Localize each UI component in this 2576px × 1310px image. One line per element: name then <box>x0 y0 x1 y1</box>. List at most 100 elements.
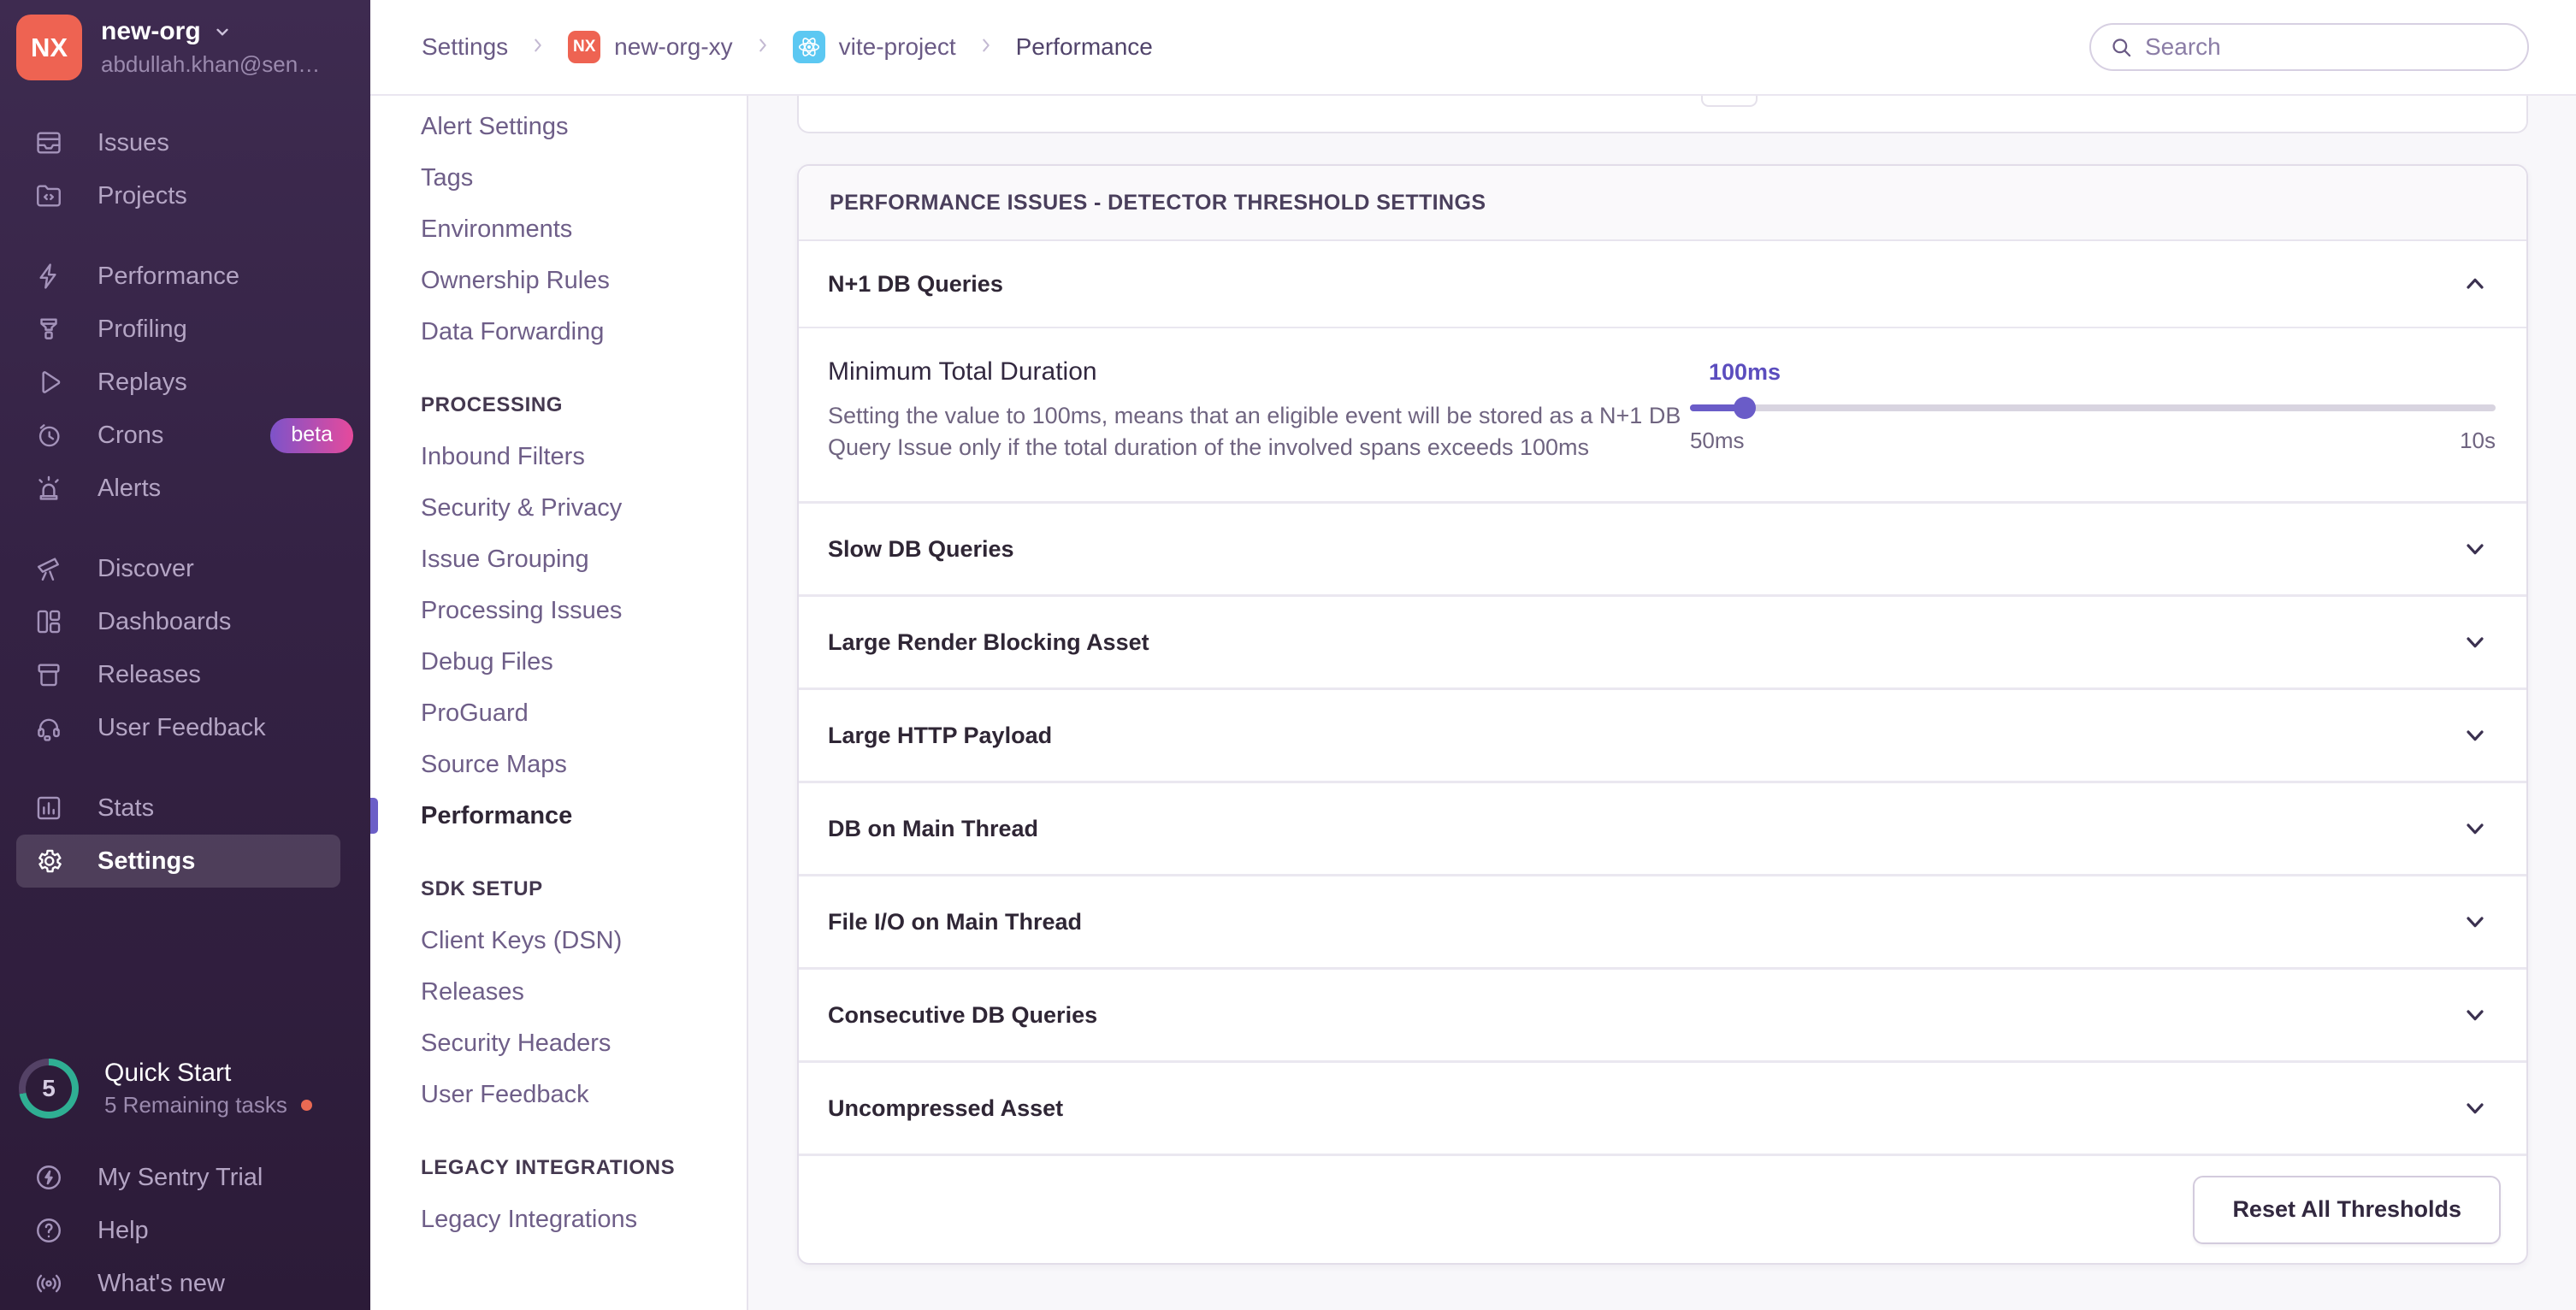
breadcrumb-project[interactable]: vite-project <box>793 31 956 63</box>
sentry-settings-app: NX new-org abdullah.khan@sen… Issues Pro… <box>0 0 2576 1310</box>
nav-item-legacy-integrations[interactable]: Legacy Integrations <box>370 1194 747 1245</box>
sidebar-item-label: Alerts <box>97 475 161 503</box>
chevron-down-icon <box>2461 815 2489 842</box>
search-input[interactable] <box>2145 33 2508 61</box>
panel-title: PERFORMANCE ISSUES - DETECTOR THRESHOLD … <box>799 166 2526 241</box>
org-badge: NX <box>568 31 600 63</box>
collapse-handle[interactable] <box>1701 96 1758 107</box>
breadcrumb-organization[interactable]: NX new-org-xy <box>568 31 732 63</box>
accordion-row-uncompressed-asset[interactable]: Uncompressed Asset <box>799 1060 2526 1154</box>
row-label: Slow DB Queries <box>828 536 1014 563</box>
flashlight-icon <box>34 315 63 344</box>
beta-badge: beta <box>270 418 353 453</box>
sidebar-item-label: Discover <box>97 555 194 583</box>
sidebar-item-alerts[interactable]: Alerts <box>0 462 370 515</box>
nav-item-alert-settings[interactable]: Alert Settings <box>370 101 747 152</box>
duration-slider: 100ms 50ms 10s <box>1690 357 2496 463</box>
chevron-down-icon <box>2461 908 2489 935</box>
detector-threshold-card: PERFORMANCE ISSUES - DETECTOR THRESHOLD … <box>797 164 2528 1265</box>
sidebar-item-label: What's new <box>97 1270 225 1298</box>
sidebar-item-performance[interactable]: Performance <box>0 250 370 303</box>
breadcrumb-current-page: Performance <box>1016 33 1153 61</box>
nav-group-gap <box>0 515 370 542</box>
slider-track[interactable] <box>1690 395 2496 421</box>
settings-nav: Alert Settings Tags Environments Ownersh… <box>370 96 748 1310</box>
sidebar-item-label: Replays <box>97 369 187 397</box>
sidebar-item-label: Help <box>97 1217 149 1245</box>
card-footer: Reset All Thresholds <box>799 1154 2526 1263</box>
lightning-circle-icon <box>34 1163 63 1192</box>
sidebar-item-whats-new[interactable]: What's new <box>0 1257 370 1310</box>
sidebar-item-label: Stats <box>97 794 154 823</box>
chevron-down-icon <box>2461 722 2489 749</box>
org-name: new-org <box>101 17 201 46</box>
breadcrumb: Settings NX new-org-xy vite-project Perf… <box>422 31 1153 63</box>
row-label: Uncompressed Asset <box>828 1095 1063 1122</box>
breadcrumb-settings[interactable]: Settings <box>422 33 508 61</box>
sidebar-item-projects[interactable]: Projects <box>0 169 370 222</box>
chevron-up-icon <box>2461 270 2489 298</box>
clock-icon <box>34 421 63 450</box>
sidebar-item-issues[interactable]: Issues <box>0 116 370 169</box>
quickstart-widget[interactable]: 5 Quick Start 5 Remaining tasks <box>19 1059 312 1118</box>
nav-item-releases[interactable]: Releases <box>370 966 747 1018</box>
search-box[interactable] <box>2089 23 2529 71</box>
accordion-row-consecutive-db-queries[interactable]: Consecutive DB Queries <box>799 967 2526 1060</box>
question-circle-icon <box>34 1216 63 1245</box>
accordion-row-large-http-payload[interactable]: Large HTTP Payload <box>799 687 2526 781</box>
sidebar-item-help[interactable]: Help <box>0 1204 370 1257</box>
dashboard-icon <box>34 607 63 636</box>
accordion-row-db-on-main-thread[interactable]: DB on Main Thread <box>799 781 2526 874</box>
nav-item-data-forwarding[interactable]: Data Forwarding <box>370 306 747 357</box>
accordion-row-n1-db-queries[interactable]: N+1 DB Queries <box>799 241 2526 327</box>
sidebar-item-profiling[interactable]: Profiling <box>0 303 370 356</box>
sidebar-item-replays[interactable]: Replays <box>0 356 370 409</box>
sidebar-item-discover[interactable]: Discover <box>0 542 370 595</box>
nav-item-security-privacy[interactable]: Security & Privacy <box>370 482 747 534</box>
n1-db-queries-settings: Minimum Total Duration Setting the value… <box>799 327 2526 501</box>
nav-item-ownership-rules[interactable]: Ownership Rules <box>370 255 747 306</box>
nav-item-security-headers[interactable]: Security Headers <box>370 1018 747 1069</box>
sidebar-item-dashboards[interactable]: Dashboards <box>0 595 370 648</box>
sidebar-item-releases[interactable]: Releases <box>0 648 370 701</box>
nav-item-performance[interactable]: Performance <box>370 790 747 841</box>
chevron-down-icon <box>2461 1001 2489 1029</box>
nav-item-proguard[interactable]: ProGuard <box>370 687 747 739</box>
sidebar-item-trial[interactable]: My Sentry Trial <box>0 1151 370 1204</box>
telescope-icon <box>34 554 63 583</box>
sidebar-item-user-feedback[interactable]: User Feedback <box>0 701 370 754</box>
primary-nav: Issues Projects Performance Profiling Re… <box>0 116 370 888</box>
chevron-down-icon <box>211 21 233 43</box>
accordion-row-file-io-on-main-thread[interactable]: File I/O on Main Thread <box>799 874 2526 967</box>
org-switcher[interactable]: NX new-org abdullah.khan@sen… <box>0 0 370 80</box>
nav-item-client-keys[interactable]: Client Keys (DSN) <box>370 915 747 966</box>
org-avatar: NX <box>16 15 82 80</box>
archive-box-icon <box>34 660 63 689</box>
nav-item-environments[interactable]: Environments <box>370 204 747 255</box>
row-label: Consecutive DB Queries <box>828 1002 1097 1029</box>
sidebar-item-crons[interactable]: Crons beta <box>0 409 370 462</box>
nav-item-processing-issues[interactable]: Processing Issues <box>370 585 747 636</box>
nav-item-tags[interactable]: Tags <box>370 152 747 204</box>
accordion-row-large-render-blocking-asset[interactable]: Large Render Blocking Asset <box>799 594 2526 687</box>
nav-item-issue-grouping[interactable]: Issue Grouping <box>370 534 747 585</box>
setting-label: Minimum Total Duration <box>828 357 1690 387</box>
slider-min-label: 50ms <box>1690 428 1745 454</box>
nav-item-inbound-filters[interactable]: Inbound Filters <box>370 431 747 482</box>
nav-item-source-maps[interactable]: Source Maps <box>370 739 747 790</box>
row-label: Large Render Blocking Asset <box>828 629 1149 656</box>
sidebar-item-stats[interactable]: Stats <box>0 782 370 835</box>
accordion-row-slow-db-queries[interactable]: Slow DB Queries <box>799 501 2526 594</box>
reset-all-thresholds-button[interactable]: Reset All Thresholds <box>2193 1176 2501 1244</box>
sidebar-footer: My Sentry Trial Help What's new <box>0 1151 370 1310</box>
nav-item-debug-files[interactable]: Debug Files <box>370 636 747 687</box>
play-icon <box>34 368 63 397</box>
notification-dot <box>301 1100 312 1111</box>
slider-thumb[interactable] <box>1734 397 1756 419</box>
nav-item-user-feedback[interactable]: User Feedback <box>370 1069 747 1120</box>
gear-icon <box>34 847 63 876</box>
sidebar-item-settings[interactable]: Settings <box>16 835 340 888</box>
setting-description: Setting the value to 100ms, means that a… <box>828 400 1690 463</box>
row-label: File I/O on Main Thread <box>828 909 1082 935</box>
row-label: N+1 DB Queries <box>828 271 1003 298</box>
